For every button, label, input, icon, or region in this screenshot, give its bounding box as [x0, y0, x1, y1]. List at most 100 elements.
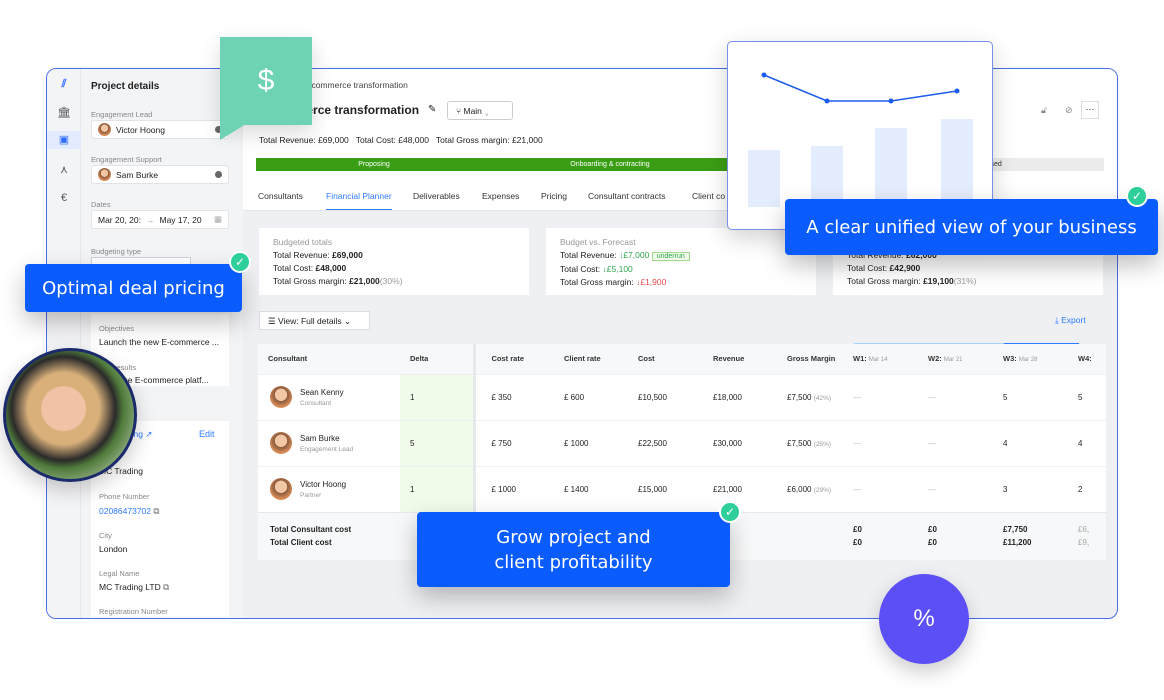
icon-rail: ⫽ 🏛 ▣ ⋏ €	[47, 69, 81, 618]
branch-label: Main	[463, 106, 482, 116]
delta-cell[interactable]: 1	[400, 374, 476, 420]
date-start: Mar 20, 20:	[98, 214, 141, 225]
col-week-3: W3: Mar 28	[1003, 354, 1038, 364]
card-title: Budget vs. Forecast	[560, 237, 636, 247]
week-cell[interactable]: —	[845, 374, 920, 420]
delta-cell[interactable]: 5	[400, 420, 476, 466]
consultant-name: Sam Burke	[300, 433, 340, 443]
week-cell[interactable]: —	[845, 420, 920, 466]
week-total: £7,750 £11,200	[1003, 525, 1032, 548]
avatar	[98, 168, 111, 181]
week-cell[interactable]: —	[845, 466, 920, 512]
margin-value: £21,000	[349, 276, 380, 286]
tab-client-contracts[interactable]: Client co	[692, 191, 725, 201]
branch-dropdown[interactable]: ⑂ Main ⌄	[447, 101, 513, 120]
budget-vs-forecast-card: Budget vs. Forecast Total Revenue: ↓£7,0…	[546, 228, 816, 295]
margin-cell: £7,500 (25%)	[787, 438, 832, 448]
stage-proposing[interactable]: Proposing	[256, 158, 492, 171]
dates-field[interactable]: Mar 20, 20: → May 17, 20 ▦	[91, 210, 229, 229]
legal-name: MC Trading LTD	[99, 582, 161, 592]
person-photo	[3, 348, 137, 482]
calendar-icon[interactable]: ▦	[214, 214, 222, 225]
client-rate-cell: £ 600	[564, 392, 585, 402]
bubble-tail	[220, 124, 246, 140]
dates-label: Dates	[91, 200, 111, 209]
week-cell[interactable]: 5	[995, 374, 1070, 420]
edit-title-icon[interactable]: ✎	[428, 104, 436, 115]
consultant-role: Consultant	[300, 399, 332, 407]
breadcrumb[interactable]: E-commerce transformation	[303, 80, 408, 90]
dollar-bubble: $	[220, 37, 312, 125]
chart-line	[763, 74, 958, 102]
week-cell[interactable]: 4	[1070, 420, 1106, 466]
dollar-icon: $	[257, 64, 275, 97]
download-icon: ⤓	[1055, 315, 1059, 325]
col-cost-rate: Cost rate	[491, 354, 525, 364]
bank-icon[interactable]: 🏛	[55, 104, 73, 122]
table-row[interactable]: Victor Hoong Partner 1 £ 1000 £ 1400 £15,…	[258, 466, 1106, 512]
engagement-lead-label: Engagement Lead	[91, 110, 153, 119]
week-total: £0 £0	[928, 525, 937, 548]
hide-icon[interactable]: ⊘	[1065, 105, 1073, 116]
budgeting-type-label: Budgeting type	[91, 247, 142, 256]
view-dropdown[interactable]: ☰ View: Full details ⌄	[259, 311, 370, 330]
week-cell[interactable]: 4	[995, 420, 1070, 466]
tab-consultants[interactable]: Consultants	[258, 191, 303, 201]
cost-delta: ↓£5,100	[602, 264, 633, 274]
chevron-down-icon: ⌄	[344, 316, 352, 326]
callout-grow-profitability: Grow project and client profitability	[417, 512, 730, 587]
week-cell[interactable]: —	[920, 374, 995, 420]
engagement-support-field[interactable]: Sam Burke	[91, 165, 229, 184]
branch-icon: ⑂	[456, 106, 462, 116]
chart-bar	[811, 146, 843, 207]
week-cell[interactable]: 3	[995, 466, 1070, 512]
avatar	[270, 386, 292, 408]
week-cell[interactable]: 5	[1070, 374, 1106, 420]
revenue-cell: £18,000	[713, 392, 742, 402]
currency-icon[interactable]: €	[55, 189, 73, 207]
callout-pricing: Optimal deal pricing	[25, 264, 242, 312]
cost-cell: £10,500	[638, 392, 667, 402]
col-week-2: W2: Mar 21	[928, 354, 963, 364]
tab-pricing[interactable]: Pricing	[541, 191, 567, 201]
client-rate-cell: £ 1000	[564, 438, 589, 448]
consultant-name: Victor Hoong	[300, 479, 347, 489]
edit-button[interactable]: Edit	[199, 429, 215, 439]
week-cell[interactable]: —	[920, 466, 995, 512]
table-row[interactable]: Sam Burke Engagement Lead 5 £ 750 £ 1000 …	[258, 420, 1106, 466]
week-total: £0 £0	[853, 525, 862, 548]
tab-consultant-contracts[interactable]: Consultant contracts	[588, 191, 665, 201]
cost-rate-cell: £ 350	[491, 392, 512, 402]
project-sidebar: Project details Engagement Lead Victor H…	[81, 69, 243, 618]
revenue-delta: ↓£7,000	[619, 250, 650, 260]
network-icon[interactable]: ⋏	[55, 161, 73, 179]
stage-onboarding[interactable]: Onboarding & contracting	[492, 158, 728, 171]
week-cell[interactable]: 2	[1070, 466, 1106, 512]
cost-rate-cell: £ 1000	[491, 484, 516, 494]
card-title: Budgeted totals	[273, 237, 333, 247]
projects-icon[interactable]: ▣	[47, 131, 81, 149]
copy-icon[interactable]: ⧉	[163, 582, 169, 592]
lock-icon[interactable]: 🔓︎	[1041, 105, 1047, 116]
export-button[interactable]: ⤓ Export	[1055, 315, 1086, 326]
engagement-lead-field[interactable]: Victor Hoong	[91, 120, 229, 139]
margin-cell: £7,500 (42%)	[787, 392, 832, 402]
more-button[interactable]: ⋯	[1081, 101, 1099, 119]
tab-financial-planner[interactable]: Financial Planner	[326, 191, 392, 210]
clear-icon[interactable]	[215, 171, 222, 178]
week-cell[interactable]: —	[920, 420, 995, 466]
tab-expenses[interactable]: Expenses	[482, 191, 519, 201]
cost-value: £48,000	[315, 263, 347, 273]
phone-value[interactable]: 02086473702 ⧉	[99, 506, 159, 517]
delta-cell[interactable]: 1	[400, 466, 476, 512]
col-week-1: W1: Mar 14	[853, 354, 888, 364]
copy-icon[interactable]: ⧉	[153, 506, 159, 516]
sidebar-title: Project details	[91, 81, 160, 92]
table-row[interactable]: Sean Kenny Consultant 1 £ 350 £ 600 £10,5…	[258, 374, 1106, 420]
phone-number[interactable]: 02086473702	[99, 506, 151, 516]
margin-delta: ↓£1,900	[636, 277, 667, 287]
project-totals: Total Revenue: £69,000 Total Cost: £48,0…	[259, 135, 543, 145]
avatar	[98, 123, 111, 136]
tab-deliverables[interactable]: Deliverables	[413, 191, 460, 201]
chart-bar	[941, 119, 973, 207]
